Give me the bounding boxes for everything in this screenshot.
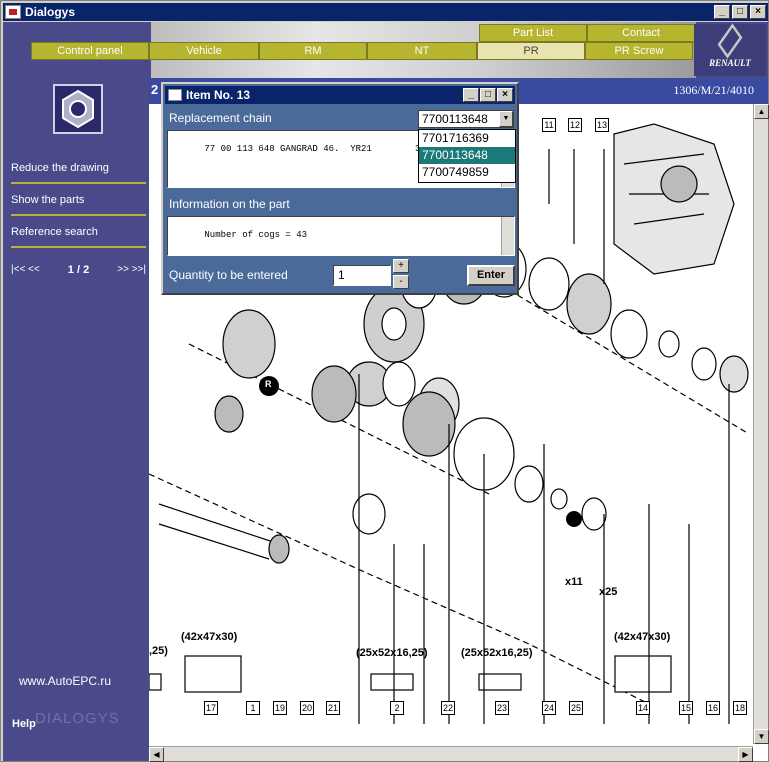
- show-parts-link[interactable]: Show the parts: [11, 194, 146, 216]
- header: Part List Contact Control panel Vehicle …: [3, 22, 768, 78]
- vertical-scrollbar[interactable]: ▲ ▼: [753, 104, 769, 744]
- replacement-selected-value: 7700113648: [422, 112, 488, 126]
- ref-label-19[interactable]: 19: [273, 701, 287, 715]
- pager-current: 1 / 2: [67, 264, 90, 276]
- ref-label-22[interactable]: 22: [441, 701, 455, 715]
- title-bar: Dialogys _ □ ×: [3, 3, 768, 21]
- chevron-down-icon[interactable]: ▼: [499, 111, 513, 127]
- quantity-label: x25: [599, 586, 618, 598]
- tab-pr-screw[interactable]: PR Screw: [585, 42, 693, 60]
- info-text-area[interactable]: Number of cogs = 43: [167, 216, 515, 256]
- dimension-label: (42x47x30): [181, 631, 238, 643]
- tab-rm[interactable]: RM: [259, 42, 367, 60]
- replacement-select[interactable]: 7700113648 ▼: [418, 110, 514, 128]
- info-text: Number of cogs = 43: [204, 230, 308, 240]
- help-link[interactable]: Help: [12, 718, 36, 730]
- dialog-minimize-button[interactable]: _: [463, 88, 479, 102]
- ref-label-2[interactable]: 2: [390, 701, 404, 715]
- scroll-left-button[interactable]: ◀: [149, 747, 164, 762]
- page-number: 2: [151, 82, 159, 97]
- dimension-label: ,25): [149, 645, 168, 657]
- quantity-increase-button[interactable]: +: [393, 259, 409, 273]
- ref-label-18[interactable]: 18: [733, 701, 747, 715]
- ref-label-15[interactable]: 15: [679, 701, 693, 715]
- scroll-right-button[interactable]: ▶: [738, 747, 753, 762]
- dialogys-watermark: DIALOGYS: [35, 710, 120, 727]
- ref-label-17[interactable]: 17: [204, 701, 218, 715]
- ref-label-21[interactable]: 21: [326, 701, 340, 715]
- tab-vehicle[interactable]: Vehicle: [149, 42, 259, 60]
- dialog-title: Item No. 13: [186, 88, 251, 102]
- ref-label-20[interactable]: 20: [300, 701, 314, 715]
- ref-label-23[interactable]: 23: [495, 701, 509, 715]
- ref-label-14[interactable]: 14: [636, 701, 650, 715]
- renault-diamond-icon: [717, 23, 743, 59]
- item-dialog: Item No. 13 _ □ × Replacement chain 7700…: [161, 82, 519, 295]
- close-button[interactable]: ×: [750, 5, 766, 19]
- scroll-up-button[interactable]: ▲: [754, 104, 769, 119]
- dropdown-option-selected[interactable]: 7700113648: [419, 147, 515, 164]
- dropdown-option[interactable]: 7700749859: [419, 164, 515, 181]
- marker-r: R: [265, 379, 272, 389]
- nut-icon: [53, 84, 103, 134]
- app-window: Dialogys _ □ × Part List Contact Control…: [0, 0, 769, 762]
- quantity-input[interactable]: 1: [333, 265, 391, 286]
- dialog-close-button[interactable]: ×: [497, 88, 513, 102]
- maximize-button[interactable]: □: [732, 5, 748, 19]
- dialog-app-icon: [168, 89, 182, 101]
- pager: |<< << 1 / 2 >> >>|: [11, 264, 146, 276]
- sidebar: Reduce the drawing Show the parts Refere…: [3, 78, 149, 761]
- chain-text: 77 00 113 648 GANGRAD 46. YR21 323: [204, 144, 432, 154]
- minimize-button[interactable]: _: [714, 5, 730, 19]
- website-text: www.AutoEPC.ru: [19, 674, 112, 688]
- ref-label-11[interactable]: 11: [542, 118, 556, 132]
- window-title: Dialogys: [25, 5, 76, 19]
- quantity-decrease-button[interactable]: -: [393, 275, 409, 289]
- dimension-label: (42x47x30): [614, 631, 671, 643]
- tab-control-panel[interactable]: Control panel: [31, 42, 149, 60]
- app-icon: [5, 5, 21, 19]
- dimension-label: (25x52x16,25): [461, 647, 533, 659]
- scroll-down-button[interactable]: ▼: [754, 729, 769, 744]
- renault-logo: RENAULT: [694, 23, 766, 76]
- info-part-label: Information on the part: [169, 197, 290, 211]
- ref-label-24[interactable]: 24: [542, 701, 556, 715]
- reference-search-link[interactable]: Reference search: [11, 226, 146, 248]
- dimension-label: (25x52x16,25): [356, 647, 428, 659]
- tab-pr[interactable]: PR: [477, 42, 585, 60]
- replacement-chain-label: Replacement chain: [169, 111, 272, 125]
- quantity-label: x11: [565, 576, 583, 588]
- replacement-dropdown-list[interactable]: 7701716369 7700113648 7700749859: [418, 129, 516, 183]
- dialog-maximize-button[interactable]: □: [480, 88, 496, 102]
- dialog-title-bar: Item No. 13 _ □ ×: [165, 86, 515, 104]
- tab-nt[interactable]: NT: [367, 42, 477, 60]
- dropdown-option[interactable]: 7701716369: [419, 130, 515, 147]
- enter-button[interactable]: Enter: [467, 265, 515, 286]
- tab-contact[interactable]: Contact: [587, 24, 695, 42]
- ref-label-25[interactable]: 25: [569, 701, 583, 715]
- pager-prev[interactable]: |<< <<: [11, 264, 40, 276]
- tab-part-list[interactable]: Part List: [479, 24, 587, 42]
- ref-label-1[interactable]: 1: [246, 701, 260, 715]
- info-text-scrollbar[interactable]: [501, 217, 514, 255]
- ref-label-12[interactable]: 12: [568, 118, 582, 132]
- brand-name: RENAULT: [709, 58, 751, 68]
- drawing-reference: 1306/M/21/4010: [673, 83, 754, 97]
- quantity-label: Quantity to be entered: [169, 268, 288, 282]
- reduce-drawing-link[interactable]: Reduce the drawing: [11, 162, 146, 184]
- ref-label-16[interactable]: 16: [706, 701, 720, 715]
- ref-label-13[interactable]: 13: [595, 118, 609, 132]
- horizontal-scrollbar[interactable]: ◀ ▶: [149, 746, 753, 762]
- pager-next[interactable]: >> >>|: [117, 264, 146, 276]
